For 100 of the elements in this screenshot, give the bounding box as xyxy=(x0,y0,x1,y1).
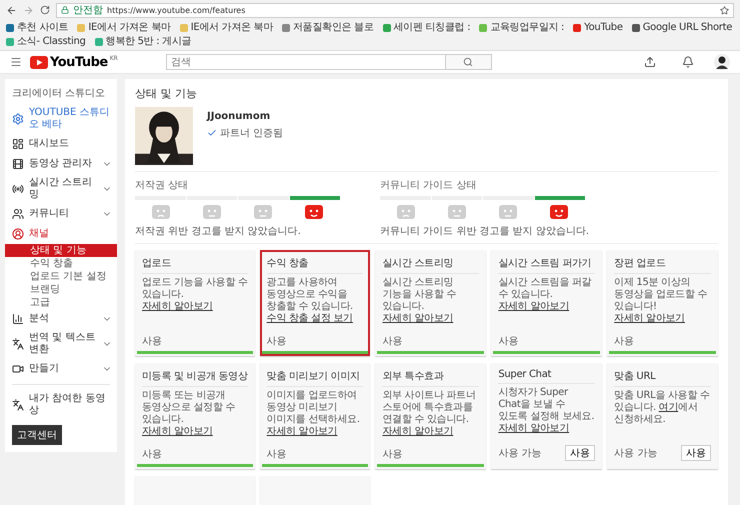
card-status: 사용 xyxy=(266,335,287,348)
search-button[interactable] xyxy=(446,54,492,70)
learn-more-link[interactable]: 자세히 알아보기 xyxy=(382,313,454,324)
people-icon xyxy=(12,208,24,220)
enable-button[interactable]: 사용 xyxy=(681,445,711,461)
verified-label: 파트너 인증됨 xyxy=(220,127,284,140)
page-title: 상태 및 기능 xyxy=(135,86,198,101)
card-title: 미등록 및 비공개 동영상 xyxy=(142,369,248,387)
sidebar-item[interactable]: 대시보드 xyxy=(5,134,117,154)
status-message: 저작권 위반 경고를 받지 않았습니다. xyxy=(135,225,302,238)
film-icon xyxy=(12,158,24,170)
avatar-icon[interactable] xyxy=(714,54,730,70)
sidebar-item[interactable]: 실시간 스트리밍 xyxy=(5,174,117,204)
play-logo-icon xyxy=(30,56,48,68)
learn-more-link[interactable]: 자세히 알아보기 xyxy=(142,426,213,437)
card-status: 사용 xyxy=(498,335,518,348)
star-icon[interactable] xyxy=(720,6,729,14)
bookmark-item[interactable]: 교육링업무일지 : xyxy=(479,21,564,34)
check-icon xyxy=(207,128,217,138)
card-title: 맞춤 미리보기 이미지 xyxy=(266,369,364,387)
sidebar-subitem[interactable]: 브랜딩 xyxy=(5,283,117,296)
card-status: 사용 xyxy=(142,448,162,461)
sidebar-item[interactable]: 분석 xyxy=(5,309,117,329)
lock-icon xyxy=(61,6,69,14)
learn-more-link[interactable]: 수익 창출 설정 보기 xyxy=(266,313,353,324)
card-title: 수익 창출 xyxy=(266,256,364,274)
learn-more-link[interactable]: 자세히 알아보기 xyxy=(614,313,685,324)
sidebar-title: 크리에이터 스튜디오 xyxy=(11,87,106,101)
search-icon xyxy=(463,57,474,67)
search-field[interactable]: 검색 xyxy=(166,54,446,70)
forward-icon[interactable] xyxy=(23,4,34,16)
video-camera-icon xyxy=(12,363,24,375)
status-indicator-bar xyxy=(290,196,340,200)
back-icon[interactable] xyxy=(6,4,17,16)
learn-more-link[interactable]: 여기 xyxy=(658,402,678,413)
bookmark-item[interactable]: Google URL Shorte xyxy=(632,21,732,34)
reload-icon[interactable] xyxy=(40,5,50,15)
dashboard-icon xyxy=(12,138,24,150)
card-description: 맞춤 URL을 사용할 수 있습니다. 여기에서 신청하세요. xyxy=(614,390,711,427)
sidebar-subitem[interactable]: 상태 및 기능 xyxy=(5,244,117,257)
sidebar-item[interactable]: 번역 및 텍스트 변환 xyxy=(5,329,117,359)
sidebar-item[interactable]: 내가 참여한 동영상 xyxy=(5,390,117,420)
bell-icon[interactable] xyxy=(682,56,694,68)
card-title: 맞춤 URL xyxy=(614,369,711,387)
channel-name: JJoonumom xyxy=(207,111,272,122)
menu-icon[interactable] xyxy=(10,56,22,68)
bookmark-item[interactable]: IE에서 가져온 북마 xyxy=(77,21,171,34)
bookmark-item[interactable]: YouTube xyxy=(573,21,623,34)
bookmark-item[interactable]: 소식- Classting xyxy=(6,35,86,48)
help-button[interactable]: 고객센터 xyxy=(12,425,62,445)
card-description: 이제 15분 이상의 동영상을 업로드할 수 있습니다! 자세히 알아보기 xyxy=(614,277,708,326)
card-title: Super Chat xyxy=(498,369,596,384)
learn-more-link[interactable]: 자세히 알아보기 xyxy=(382,426,454,437)
card-description: 외부 사이트나 파트너 스토어에 특수효과를 연결할 수 있습니다. 자세히 알아보기 xyxy=(382,390,477,439)
bookmark-item[interactable]: 추천 사이트 xyxy=(6,21,68,34)
card-status: 사용 xyxy=(142,335,162,348)
status-title: 저작권 상태 xyxy=(135,179,190,192)
card-description: 광고를 사용하여 동영상으로 수익을 창출할 수 있습니다. 수익 창출 설정 보기 xyxy=(266,277,354,326)
bookmark-item[interactable]: 행복한 5반 : 게시글 xyxy=(94,35,192,48)
learn-more-link[interactable]: 자세히 알아보기 xyxy=(142,301,213,312)
card-description: 미등록 또는 비공개 동영상으로 설정할 수 있습니다. 자세히 알아보기 xyxy=(142,390,236,439)
sidebar-subitem[interactable]: 고급 xyxy=(5,296,117,309)
card-status: 사용 가능 xyxy=(498,447,542,460)
sidebar-item[interactable]: 동영상 관리자 xyxy=(5,154,117,174)
bookmark-item[interactable]: IE에서 가져온 북마 xyxy=(180,21,274,34)
card-status: 사용 가능 xyxy=(614,447,658,460)
card-status: 사용 xyxy=(382,448,402,461)
status-indicator-bar xyxy=(534,196,585,200)
sidebar-subitem[interactable]: 업로드 기본 설정 xyxy=(5,270,117,283)
learn-more-link[interactable]: 자세히 알아보기 xyxy=(498,423,570,434)
card-title: 장편 업로드 xyxy=(614,256,711,274)
gear-icon xyxy=(12,113,24,125)
bookmark-item[interactable]: 저품질확인은 블로 xyxy=(282,21,374,34)
sidebar-item[interactable]: 만들기 xyxy=(5,359,117,379)
card-title: 업로드 xyxy=(142,256,248,274)
card-description: 실시간 스트리밍 기능을 사용할 수 있습니다. 자세히 알아보기 xyxy=(382,277,458,326)
logo-text: YouTube xyxy=(50,54,108,70)
bar-chart-icon xyxy=(12,313,24,325)
card-title: 실시간 스트리밍 xyxy=(382,256,480,274)
upload-icon[interactable] xyxy=(644,56,656,68)
card-description: 이미지를 업로드하여 동영상 미리보기 이미지를 선택하세요. 자세히 알아보기 xyxy=(266,390,361,439)
user-circle-icon xyxy=(12,228,24,240)
sidebar-subitem[interactable]: 수익 창출 xyxy=(5,257,117,270)
translate-icon xyxy=(12,338,24,350)
secure-label: 안전함 xyxy=(73,4,103,17)
card-description: 시청자가 Super Chat을 보낼 수 있도록 설정해 보세요. 자세히 알아보기 xyxy=(498,387,596,436)
learn-more-link[interactable]: 자세히 알아보기 xyxy=(266,426,338,437)
sidebar-item[interactable]: 채널 xyxy=(5,224,117,244)
bookmark-item[interactable]: 세이펜 티칭클럽 : xyxy=(382,21,470,34)
translate-icon xyxy=(12,399,24,411)
sidebar-item[interactable]: 커뮤니티 xyxy=(5,204,117,224)
address-bar[interactable]: 안전함 https://www.youtube.com/features xyxy=(56,2,734,18)
enable-button[interactable]: 사용 xyxy=(565,445,596,461)
card-status: 사용 xyxy=(614,335,634,348)
card-description: 업로드 기능을 사용할 수 있습니다. 자세히 알아보기 xyxy=(142,277,248,314)
url-text: https://www.youtube.com/features xyxy=(107,6,246,14)
sidebar-item[interactable]: YOUTUBE 스튜디오 베타 xyxy=(5,104,117,134)
card-status: 사용 xyxy=(382,335,402,348)
status-title: 커뮤니티 가이드 상태 xyxy=(380,179,478,192)
learn-more-link[interactable]: 자세히 알아보기 xyxy=(498,301,570,312)
